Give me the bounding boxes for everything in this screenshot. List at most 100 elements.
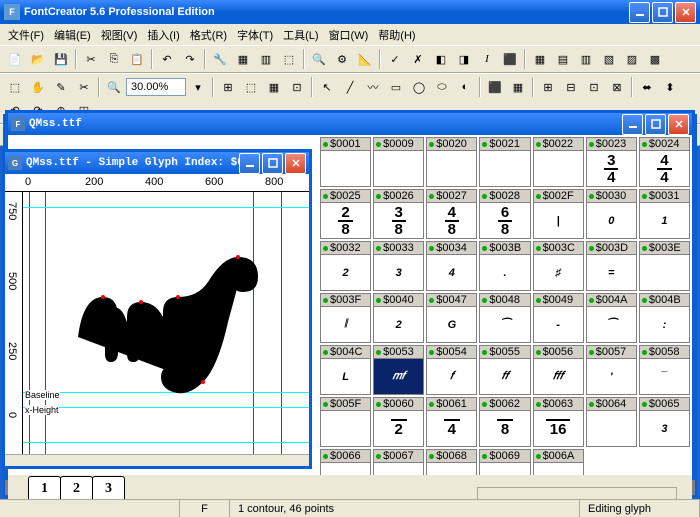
menu-format[interactable]: 格式(R) (186, 25, 231, 45)
copy-icon[interactable]: ⎘ (103, 48, 125, 70)
glyph-cell[interactable]: $002444 (639, 137, 690, 187)
glyph-outline[interactable] (63, 222, 283, 412)
redo-icon[interactable]: ↷ (179, 48, 201, 70)
glyph-cell[interactable]: $002528 (320, 189, 371, 239)
flip-v-icon[interactable]: ⬍ (659, 76, 681, 98)
tool-icon[interactable]: ⬭ (431, 76, 453, 98)
glyph-cell[interactable]: $004B: (639, 293, 690, 343)
editor-close-button[interactable] (285, 153, 306, 174)
editor-minimize-button[interactable] (239, 153, 260, 174)
grid-icon[interactable]: ⊞ (217, 76, 239, 98)
menu-file[interactable]: 文件(F) (4, 25, 48, 45)
glyph-cell[interactable]: $00322 (320, 241, 371, 291)
glyph-cell[interactable]: $006810 (426, 449, 477, 477)
editor-titlebar[interactable]: G QMss.ttf - Simple Glyph Index: $00... (5, 152, 309, 174)
font-icon[interactable]: I (476, 48, 498, 70)
hand-icon[interactable]: ✋ (27, 76, 49, 98)
glyph-cell[interactable]: $005F (320, 397, 371, 447)
align-icon[interactable]: ⬛ (484, 76, 506, 98)
transform-icon[interactable]: ⊡ (583, 76, 605, 98)
menu-help[interactable]: 帮助(H) (374, 25, 419, 45)
glyph-cell[interactable]: $006A12 (533, 449, 584, 477)
close-button[interactable] (675, 2, 696, 23)
tool-icon[interactable]: 📐 (354, 48, 376, 70)
select-icon[interactable]: ⬚ (4, 76, 26, 98)
menu-tools[interactable]: 工具(L) (279, 25, 322, 45)
zoom-input[interactable]: 30.00% (126, 78, 186, 96)
glyph-cell[interactable]: $003E (639, 241, 690, 291)
glyph-cell[interactable]: $00311 (639, 189, 690, 239)
glyph-cell[interactable]: $00402 (373, 293, 424, 343)
glyph-cell[interactable]: $0020 (426, 137, 477, 187)
glyph-cell[interactable]: $0056𝑓𝑓𝑓 (533, 345, 584, 395)
font-window-titlebar[interactable]: F QMss.ttf (8, 113, 692, 135)
tool-icon[interactable]: ▥ (255, 48, 277, 70)
glyph-cell[interactable]: $004A⁀ (586, 293, 637, 343)
tool-icon[interactable]: ▦ (232, 48, 254, 70)
glyph-cell[interactable]: $00614 (426, 397, 477, 447)
new-icon[interactable]: 📄 (4, 48, 26, 70)
open-icon[interactable]: 📂 (27, 48, 49, 70)
guides-icon[interactable]: ▦ (263, 76, 285, 98)
layout-icon[interactable]: ▥ (575, 48, 597, 70)
glyph-cell[interactable]: $0001 (320, 137, 371, 187)
minimize-button[interactable] (629, 2, 650, 23)
layout-icon[interactable]: ▧ (598, 48, 620, 70)
editor-maximize-button[interactable] (262, 153, 283, 174)
glyph-cell[interactable]: $00653 (639, 397, 690, 447)
editor-scrollbar[interactable] (5, 454, 309, 466)
menu-insert[interactable]: 插入(I) (143, 25, 183, 45)
tool-icon[interactable]: ✓ (384, 48, 406, 70)
glyph-cell[interactable]: $002868 (479, 189, 530, 239)
glyph-cell[interactable]: $002748 (426, 189, 477, 239)
glyph-cell[interactable]: $00333 (373, 241, 424, 291)
tool-icon[interactable]: ⊡ (286, 76, 308, 98)
line-icon[interactable]: ╱ (339, 76, 361, 98)
tool-icon[interactable]: ⬚ (278, 48, 300, 70)
menu-font[interactable]: 字体(T) (233, 25, 277, 45)
glyph-cell[interactable]: $0048⁀ (479, 293, 530, 343)
tab-2[interactable]: 2 (60, 476, 93, 501)
undo-icon[interactable]: ↶ (156, 48, 178, 70)
ellipse-icon[interactable]: ◯ (408, 76, 430, 98)
glyph-cell[interactable]: $0055𝑓𝑓 (479, 345, 530, 395)
child-close-button[interactable] (668, 114, 689, 135)
glyph-cell[interactable]: $0049- (533, 293, 584, 343)
glyph-cell[interactable]: $002334 (586, 137, 637, 187)
arrow-icon[interactable]: ↖ (316, 76, 338, 98)
tool-icon[interactable]: 🔍 (308, 48, 330, 70)
zoom-in-icon[interactable]: 🔍 (103, 76, 125, 98)
glyph-cell[interactable]: $0022 (533, 137, 584, 187)
menu-edit[interactable]: 编辑(E) (50, 25, 95, 45)
rect-icon[interactable]: ▭ (385, 76, 407, 98)
cut-icon[interactable]: ✂ (80, 48, 102, 70)
glyph-cell[interactable]: $0054𝑓 (426, 345, 477, 395)
tab-3[interactable]: 3 (92, 476, 125, 501)
menu-window[interactable]: 窗口(W) (325, 25, 373, 45)
flip-h-icon[interactable]: ⬌ (636, 76, 658, 98)
curve-icon[interactable]: 〰 (362, 76, 384, 98)
glyph-cell[interactable]: $00668 (320, 449, 371, 477)
maximize-button[interactable] (652, 2, 673, 23)
glyph-cell[interactable]: $00628 (479, 397, 530, 447)
glyph-cell[interactable]: $003B. (479, 241, 530, 291)
tool-icon[interactable]: ⬛ (499, 48, 521, 70)
glyph-cell[interactable]: $0053𝑚𝑓 (373, 345, 424, 395)
transform-icon[interactable]: ⊠ (606, 76, 628, 98)
glyph-cell[interactable]: $0058¯ (639, 345, 690, 395)
glyph-cell[interactable]: $0047G (426, 293, 477, 343)
paste-icon[interactable]: 📋 (126, 48, 148, 70)
child-maximize-button[interactable] (645, 114, 666, 135)
tab-1[interactable]: 1 (28, 476, 61, 501)
tool-icon[interactable]: 🔧 (209, 48, 231, 70)
glyph-cell[interactable]: $00300 (586, 189, 637, 239)
glyph-cell[interactable]: $0009 (373, 137, 424, 187)
glyph-editor-window[interactable]: G QMss.ttf - Simple Glyph Index: $00... … (2, 149, 312, 469)
snap-icon[interactable]: ⬚ (240, 76, 262, 98)
glyph-cell[interactable]: $00679 (373, 449, 424, 477)
glyph-cell[interactable]: $003D= (586, 241, 637, 291)
layout-icon[interactable]: ▦ (529, 48, 551, 70)
glyph-cell[interactable]: $003C♯ (533, 241, 584, 291)
glyph-cell[interactable]: $0057' (586, 345, 637, 395)
guide-horizontal[interactable] (23, 207, 309, 208)
